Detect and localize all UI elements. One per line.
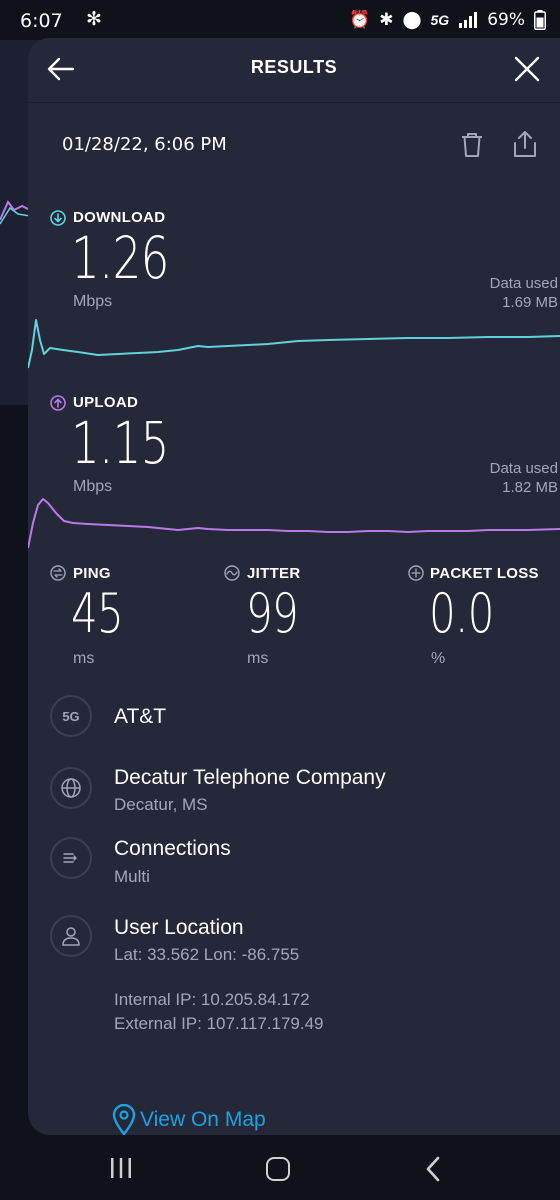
results-header: RESULTS (28, 38, 560, 102)
view-on-map-label[interactable]: View On Map (140, 1108, 266, 1132)
status-icons: ⏰ ✱ ⬤ 5G 69% (349, 8, 546, 32)
internal-ip: Internal IP: 10.205.84.172 (114, 990, 310, 1009)
map-pin-icon (112, 1104, 136, 1135)
carrier-name: AT&T (114, 705, 167, 728)
view-on-map-link[interactable]: View On Map (112, 1104, 266, 1135)
jitter-label: JITTER (247, 565, 301, 582)
user-icon-svg (62, 927, 80, 946)
connections-title: Connections (114, 837, 231, 860)
jitter-icon (224, 565, 240, 581)
external-ip: External IP: 107.117.179.49 (114, 1014, 324, 1033)
carrier-badge: 5G (50, 695, 92, 737)
jitter-unit: ms (247, 650, 269, 667)
network-type: 5G (430, 12, 450, 28)
ping-unit: ms (73, 650, 95, 667)
upload-data-used: Data used 1.82 MB (490, 459, 558, 497)
connections-value: Multi (114, 867, 150, 886)
globe-icon (50, 767, 92, 809)
upload-graph (28, 498, 560, 549)
download-unit: Mbps (73, 293, 113, 310)
carrier-badge-text: 5G (62, 708, 80, 724)
page-title: RESULTS (250, 57, 338, 77)
packet-loss-label: PACKET LOSS (430, 565, 539, 582)
header-divider (28, 102, 560, 103)
download-value: 1.26 (71, 224, 169, 292)
ping-label: PING (73, 565, 111, 582)
battery-level: 69% (487, 10, 525, 30)
upload-data-used-label: Data used (489, 460, 558, 477)
user-location-coords: Lat: 33.562 Lon: -86.755 (114, 945, 300, 964)
battery-icon (534, 10, 546, 30)
status-time: 6:07 (20, 10, 63, 32)
packet-loss-unit: % (431, 650, 446, 667)
result-date: 01/28/22, 6:06 PM (62, 134, 227, 155)
nav-back-icon[interactable] (424, 1155, 442, 1183)
upload-value: 1.15 (71, 409, 169, 477)
packet-loss-value: 0.0 (429, 582, 494, 645)
jitter-value: 99 (246, 582, 299, 645)
download-arrow-icon (50, 210, 66, 226)
download-data-used-label: Data used (489, 275, 558, 292)
close-icon[interactable] (514, 56, 540, 82)
trash-icon[interactable] (460, 132, 484, 158)
navigation-bar (0, 1135, 560, 1200)
user-icon (50, 915, 92, 957)
background-graph (0, 200, 30, 225)
connections-icon (50, 837, 92, 879)
location-pin-icon: ⬤ (402, 10, 422, 29)
server-location: Decatur, MS (114, 795, 208, 814)
recent-apps-icon[interactable] (108, 1157, 134, 1179)
connections-icon-svg (63, 853, 77, 863)
ping-value: 45 (71, 582, 124, 645)
fan-icon: ✻ (86, 9, 102, 30)
bluetooth-icon: ✱ (379, 10, 394, 29)
home-icon[interactable] (266, 1157, 290, 1181)
globe-icon-svg (61, 778, 81, 798)
status-bar: 6:07 ✻ ⏰ ✱ ⬤ 5G 69% (0, 0, 560, 40)
ping-icon (50, 565, 66, 581)
upload-arrow-icon (50, 395, 66, 411)
packet-loss-icon (408, 565, 424, 581)
signal-icon (459, 12, 478, 28)
results-sheet: RESULTS 01/28/22, 6:06 PM DOWNLOAD 1.26 … (28, 38, 560, 1135)
server-name: Decatur Telephone Company (114, 766, 386, 789)
alarm-icon: ⏰ (349, 10, 371, 29)
download-data-used: Data used 1.69 MB (490, 274, 558, 312)
share-icon[interactable] (512, 130, 538, 158)
download-graph (28, 319, 560, 369)
user-location-title: User Location (114, 916, 244, 939)
